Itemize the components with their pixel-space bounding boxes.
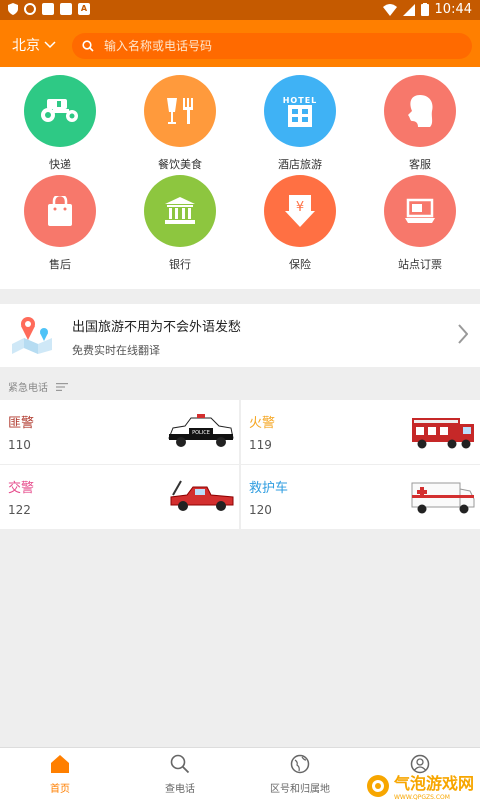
emergency-name: 匪警 — [8, 416, 35, 431]
yen-shield-icon: ¥ — [264, 175, 336, 247]
police-text: POLICE — [192, 430, 210, 436]
tab-label: 首页 — [50, 784, 70, 795]
shield-icon — [8, 3, 18, 15]
clock: 10:44 — [434, 2, 472, 17]
category-grid: 快递 餐饮美食 HOTEL 酒店旅游 客服 售后 银行 ¥ 保险 站点订票 — [0, 67, 480, 289]
category-label: 保险 — [289, 258, 311, 271]
yen-glyph: ¥ — [296, 200, 304, 215]
promo-subtitle: 免费实时在线翻译 — [72, 344, 160, 357]
emergency-section-header: 紧急电话 — [8, 379, 68, 394]
home-icon — [51, 755, 69, 773]
bank-icon — [144, 175, 216, 247]
emergency-name: 交警 — [8, 481, 35, 496]
category-insurance[interactable]: ¥ 保险 — [240, 167, 360, 271]
emergency-number: 122 — [8, 503, 31, 517]
chevron-right-icon — [458, 324, 468, 344]
emergency-grid: 匪警 110 POLICE 火警 119 交警 122 救护车 120 — [0, 400, 480, 529]
tractor-icon — [24, 75, 96, 147]
tab-area-code[interactable]: 区号和归属地 — [240, 748, 360, 801]
globe-icon — [290, 754, 310, 774]
sync-icon — [24, 3, 36, 15]
search-phone-icon — [170, 754, 190, 774]
police-car-icon: POLICE — [168, 414, 234, 447]
city-label: 北京 — [12, 38, 40, 54]
emergency-police[interactable]: 匪警 110 POLICE — [0, 400, 239, 464]
site-watermark: 气泡游戏网 WWW.QPGZS.COM — [365, 770, 474, 801]
watermark-logo-icon — [366, 774, 389, 797]
category-hotel[interactable]: HOTEL 酒店旅游 — [240, 67, 360, 171]
category-label: 银行 — [169, 258, 191, 271]
tow-truck-icon — [170, 480, 234, 511]
category-tickets[interactable]: 站点订票 — [360, 167, 480, 271]
notification-icon — [42, 3, 54, 15]
category-after-sales[interactable]: 售后 — [0, 167, 120, 271]
category-label: 站点订票 — [398, 258, 442, 271]
emergency-number: 120 — [249, 503, 272, 517]
emergency-number: 119 — [249, 438, 272, 452]
app-header: 北京 — [0, 20, 480, 67]
category-food[interactable]: 餐饮美食 — [120, 67, 240, 171]
person-head-icon — [384, 75, 456, 147]
laptop-icon — [384, 175, 456, 247]
category-label: 售后 — [49, 258, 71, 271]
list-icon — [56, 382, 68, 391]
emergency-number: 110 — [8, 438, 31, 452]
emergency-name: 救护车 — [249, 481, 289, 496]
status-left-icons: A — [8, 3, 90, 15]
promo-title: 出国旅游不用为不会外语发愁 — [72, 320, 242, 335]
signal-icon — [402, 3, 415, 16]
search-icon — [82, 40, 94, 52]
tab-label: 查电话 — [165, 784, 195, 795]
tab-search-phone[interactable]: 查电话 — [120, 748, 240, 801]
notification-icon — [60, 3, 72, 15]
wifi-icon — [382, 3, 397, 16]
emergency-ambulance[interactable]: 救护车 120 — [241, 465, 480, 529]
translation-promo-banner[interactable]: 出国旅游不用为不会外语发愁 免费实时在线翻译 — [0, 304, 480, 367]
ambulance-icon — [411, 482, 475, 514]
search-bar[interactable] — [72, 33, 472, 59]
status-right-icons: 10:44 — [382, 2, 472, 17]
hotel-icon-text: HOTEL — [282, 95, 318, 105]
hotel-icon: HOTEL — [264, 75, 336, 147]
emergency-traffic[interactable]: 交警 122 — [0, 465, 239, 529]
emergency-fire[interactable]: 火警 119 — [241, 400, 480, 464]
city-selector[interactable]: 北京 — [12, 35, 56, 55]
section-title: 紧急电话 — [8, 383, 48, 394]
fire-truck-icon — [412, 418, 474, 449]
status-bar: A 10:44 — [0, 0, 480, 20]
chevron-down-icon — [44, 41, 56, 49]
shopping-bag-icon — [24, 175, 96, 247]
search-input[interactable] — [102, 38, 446, 54]
category-express[interactable]: 快递 — [0, 67, 120, 171]
battery-icon — [420, 3, 429, 16]
category-bank[interactable]: 银行 — [120, 167, 240, 271]
watermark-text: 气泡游戏网 — [393, 774, 474, 793]
emergency-name: 火警 — [249, 416, 276, 431]
tab-home[interactable]: 首页 — [0, 748, 120, 801]
notification-icon: A — [78, 3, 90, 15]
tab-label: 区号和归属地 — [270, 784, 330, 795]
fork-cup-icon — [144, 75, 216, 147]
category-customer-service[interactable]: 客服 — [360, 67, 480, 171]
travel-map-icon — [12, 317, 52, 354]
